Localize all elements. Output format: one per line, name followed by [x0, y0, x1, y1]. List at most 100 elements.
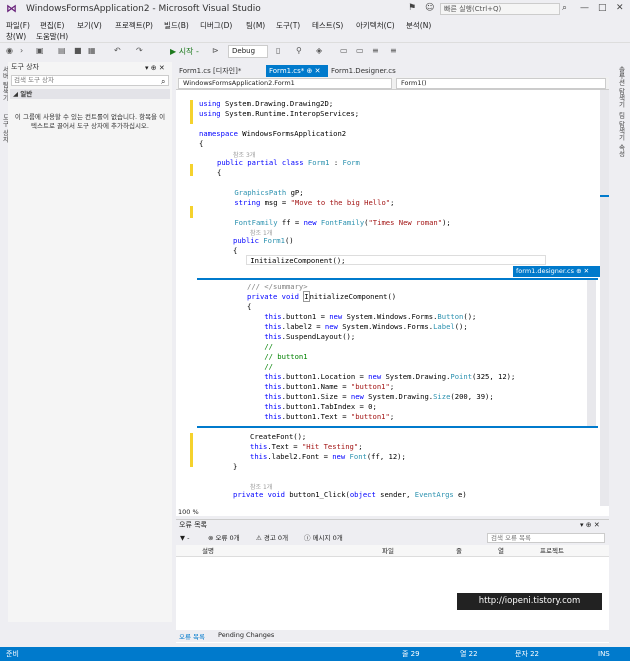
save-icon[interactable]: ■ — [74, 46, 82, 55]
column-description[interactable]: 설명 — [202, 545, 214, 557]
uncomment-icon[interactable]: ▭ — [356, 46, 364, 55]
vtab-solution-explorer[interactable]: 솔루션 탐색기 — [616, 66, 626, 107]
menu-analyze[interactable]: 분석(N) — [406, 20, 431, 31]
minimize-icon[interactable]: — — [580, 3, 589, 13]
menu-architecture[interactable]: 아키텍처(C) — [356, 20, 395, 31]
feedback-icon[interactable]: ☺ — [425, 3, 434, 13]
title-bar: ⋈ WindowsFormsApplication2 - Microsoft V… — [0, 0, 630, 18]
messages-filter-button[interactable]: ⓘ 메시지 0개 — [304, 531, 343, 545]
status-line: 줄 29 — [402, 650, 420, 658]
bookmark-icon[interactable]: ◈ — [316, 46, 322, 55]
column-file[interactable]: 파일 — [382, 545, 394, 557]
zoom-level[interactable]: 100 % — [178, 508, 199, 516]
caret-marker — [600, 195, 609, 197]
close-tab-icon[interactable]: ⊕ ✕ — [307, 67, 321, 75]
indent-icon[interactable]: ≡ — [372, 46, 379, 55]
search-icon[interactable]: ⌕ — [161, 77, 165, 87]
toolbox-search-input[interactable]: 검색 도구 상자 — [11, 75, 169, 86]
column-column[interactable]: 열 — [498, 545, 504, 557]
error-list-title: 오류 목록 — [176, 520, 609, 531]
status-ready: 준비 — [6, 650, 19, 658]
errors-filter-button[interactable]: ⊗ 오류 0개 — [208, 531, 240, 545]
column-line[interactable]: 줄 — [456, 545, 462, 557]
standard-toolbar: ◉ › ▣ ▤ ■ ▦ ↶ ↷ ▶ 시작 - ⊳ Debug ▯ ⚲ ◈ ▭ ▭… — [0, 42, 630, 60]
menu-view[interactable]: 보기(V) — [77, 20, 102, 31]
code-line: } — [233, 462, 238, 471]
code-line: CreateFont(); this.Text = "Hit Testing";… — [250, 432, 406, 461]
save-all-icon[interactable]: ▦ — [88, 46, 96, 55]
configuration-dropdown[interactable]: Debug — [228, 45, 268, 58]
type-dropdown[interactable]: WindowsFormsApplication2.Form1 — [178, 78, 392, 89]
toolbox-group-general[interactable]: ◢ 일반 — [10, 89, 170, 99]
start-button[interactable]: ▶ 시작 - — [170, 46, 199, 57]
toolbox-empty-message: 이 그룹에 사용할 수 있는 컨트롤이 없습니다. 항목을 이 텍스트로 끌어서… — [14, 113, 166, 130]
toolbox-panel: 도구 상자 ▾ ⊕ ✕ 검색 도구 상자 ⌕ ◢ 일반 이 그룹에 사용할 수 … — [8, 62, 172, 622]
back-icon[interactable]: ◉ — [6, 46, 13, 55]
peek-scrollbar[interactable] — [587, 280, 596, 426]
member-dropdown[interactable]: Form1() — [396, 78, 606, 89]
tab-pending-changes[interactable]: Pending Changes — [218, 631, 274, 639]
maximize-icon[interactable]: □ — [598, 3, 607, 13]
quick-launch-input[interactable]: 빠른 실행(Ctrl+Q) — [440, 3, 560, 15]
menu-debug[interactable]: 디버그(D) — [200, 20, 232, 31]
menu-window[interactable]: 창(W) — [6, 31, 26, 42]
pin-icon[interactable]: ▾ ⊕ ✕ — [580, 521, 600, 529]
vtab-properties[interactable]: 속성 — [616, 144, 626, 157]
tab-error-list[interactable]: 오류 목록 — [179, 631, 205, 641]
menu-test[interactable]: 테스트(S) — [312, 20, 343, 31]
editor-scrollbar[interactable] — [600, 90, 609, 506]
bottom-panel-tabs: 오류 목록 Pending Changes — [176, 630, 609, 642]
status-insert-mode: INS — [598, 650, 610, 658]
warnings-count: 경고 0개 — [263, 534, 289, 542]
tab-form1-designer[interactable]: Form1.Designer.cs — [328, 65, 399, 77]
menu-team[interactable]: 팀(M) — [246, 20, 265, 31]
change-marker — [190, 100, 193, 124]
status-bar: 준비 줄 29 열 22 문자 22 INS — [0, 647, 630, 661]
visual-studio-logo-icon: ⋈ — [6, 2, 17, 15]
tab-form1-design[interactable]: Form1.cs [디자인]* — [176, 65, 244, 77]
error-search-input[interactable]: 검색 오류 목록 — [487, 533, 605, 543]
right-vertical-tabs: 솔루션 탐색기 팀 탐색기 속성 — [611, 62, 630, 646]
menu-project[interactable]: 프로젝트(P) — [115, 20, 153, 31]
menu-file[interactable]: 파일(F) — [6, 20, 30, 31]
peek-definition-tab[interactable]: form1.designer.cs ⊕ ✕ — [513, 266, 601, 277]
navigate-icon[interactable]: ⚲ — [296, 46, 302, 55]
menu-bar: 파일(F) 편집(E) 보기(V) 프로젝트(P) 빌드(B) 디버그(D) 팀… — [0, 18, 630, 42]
tab-form1-cs[interactable]: Form1.cs* ⊕ ✕ — [266, 65, 328, 77]
column-project[interactable]: 프로젝트 — [540, 545, 564, 557]
code-line: using System.Drawing.Drawing2D; using Sy… — [199, 99, 360, 148]
error-list-panel: 오류 목록 ▾ ⊕ ✕ ▼ - ⊗ 오류 0개 ⚠ 경고 0개 ⓘ 메시지 0개… — [176, 519, 609, 643]
pin-icon[interactable]: ▾ ⊕ ✕ — [145, 64, 165, 72]
open-file-icon[interactable]: ▤ — [58, 46, 66, 55]
menu-build[interactable]: 빌드(B) — [164, 20, 189, 31]
undo-icon[interactable]: ↶ — [114, 46, 121, 55]
outdent-icon[interactable]: ≡ — [390, 46, 397, 55]
close-icon[interactable]: ⊕ ✕ — [576, 267, 589, 275]
error-list-toolbar: ▼ - ⊗ 오류 0개 ⚠ 경고 0개 ⓘ 메시지 0개 검색 오류 목록 — [176, 531, 609, 545]
menu-edit[interactable]: 편집(E) — [40, 20, 64, 31]
menu-help[interactable]: 도움말(H) — [36, 31, 68, 42]
close-icon[interactable]: ✕ — [616, 3, 624, 13]
vtab-team-explorer[interactable]: 팀 탐색기 — [616, 112, 626, 140]
notification-flag-icon[interactable]: ⚑ — [408, 3, 416, 13]
comment-icon[interactable]: ▭ — [340, 46, 348, 55]
left-vertical-tabs: 서버 탐색기 도구 상자 — [0, 62, 9, 622]
find-icon[interactable]: ▯ — [276, 46, 280, 55]
change-marker — [190, 164, 193, 176]
menu-tools[interactable]: 도구(T) — [276, 20, 300, 31]
peek-tab-label: form1.designer.cs — [516, 267, 575, 275]
current-line-highlight — [246, 255, 546, 265]
attach-icon[interactable]: ⊳ — [212, 46, 219, 55]
filter-icon[interactable]: ▼ - — [180, 531, 189, 545]
search-icon[interactable]: ⌕ — [562, 3, 567, 13]
status-char: 문자 22 — [515, 650, 540, 658]
error-list-columns: 설명 파일 줄 열 프로젝트 — [176, 545, 609, 557]
warnings-filter-button[interactable]: ⚠ 경고 0개 — [256, 531, 288, 545]
peek-definition-window[interactable]: /// </summary> private void InitializeCo… — [197, 278, 598, 428]
messages-count: 메시지 0개 — [312, 534, 343, 542]
forward-icon[interactable]: › — [20, 46, 23, 55]
redo-icon[interactable]: ↷ — [136, 46, 143, 55]
new-project-icon[interactable]: ▣ — [36, 46, 44, 55]
change-marker — [190, 206, 193, 218]
tab-form1-cs-label: Form1.cs* — [269, 67, 305, 75]
